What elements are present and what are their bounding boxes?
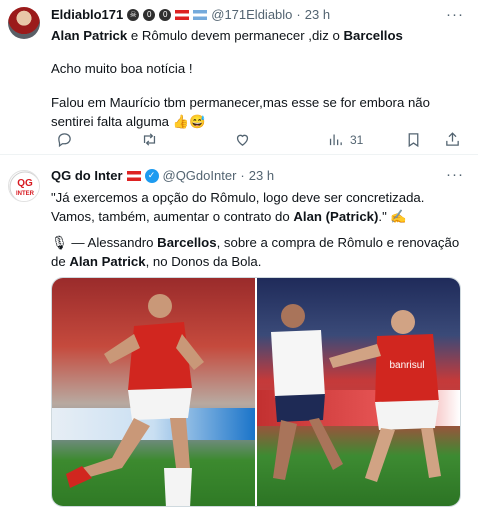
tweet-paragraph: Falou em Maurício tbm permanecer,mas ess… — [51, 95, 430, 129]
skull-icon: ☠ — [127, 8, 140, 21]
views-button[interactable]: 31 — [327, 131, 363, 148]
verified-icon: ✓ — [144, 168, 159, 183]
tweet-paragraph: Acho muito boa notícia ! — [51, 61, 193, 76]
avatar[interactable] — [8, 7, 40, 39]
tweet-paragraph: 🎙 — Alessandro Barcellos, sobre a compra… — [51, 233, 460, 271]
badge-icon: 0 — [143, 8, 156, 21]
like-button[interactable] — [234, 131, 251, 148]
display-name[interactable]: QG do Inter — [51, 168, 123, 183]
players-illustration: banrisul — [271, 304, 441, 482]
timestamp[interactable]: 23 h — [305, 7, 330, 22]
separator-dot: · — [240, 168, 245, 183]
more-options-icon[interactable]: ··· — [446, 6, 464, 23]
tweet-line: Alan Patrick e Rômulo devem permanecer ,… — [51, 26, 460, 45]
attribution-text: 🎙 — Alessandro — [51, 235, 158, 250]
austria-flag-icon — [175, 9, 190, 20]
tweet-media[interactable]: banrisul — [51, 277, 461, 507]
sponsor-text: banrisul — [389, 360, 424, 371]
tweet-header: Eldiablo171 ☠ 0 0 @171Eldiablo · 23 h — [51, 7, 330, 22]
bold-name: Barcellos — [343, 28, 403, 43]
photo-romulo[interactable]: banrisul — [257, 278, 460, 506]
share-icon — [446, 132, 459, 146]
bold-name: Barcellos — [157, 235, 217, 250]
bold-name: Alan Patrick — [51, 28, 128, 43]
quote-end: ." ✍️ — [378, 209, 407, 224]
more-options-icon[interactable]: ··· — [446, 166, 464, 183]
user-handle[interactable]: @QGdoInter — [163, 168, 237, 183]
photo-alan-patrick[interactable] — [52, 278, 255, 506]
reply-button[interactable] — [56, 131, 73, 148]
bookmark-icon — [408, 133, 419, 148]
attribution-text: , no Donos da Bola. — [145, 254, 262, 269]
tweet-actions: 31 — [46, 131, 466, 149]
bookmark-button[interactable] — [405, 131, 422, 148]
reply-icon — [58, 133, 71, 148]
views-icon — [329, 134, 342, 146]
tweet-text-segment: e Rômulo devem permanecer ,diz o — [127, 28, 344, 43]
austria-flag-icon — [126, 170, 141, 181]
views-count: 31 — [350, 132, 364, 147]
argentina-flag-icon — [193, 9, 208, 20]
separator-dot: · — [296, 7, 301, 22]
bold-name: Alan Patrick — [69, 254, 146, 269]
tweet-header: QG do Inter ✓ @QGdoInter · 23 h — [51, 168, 274, 183]
tweet-text: Alan Patrick e Rômulo devem permanecer ,… — [51, 26, 460, 45]
retweet-button[interactable] — [141, 131, 158, 148]
heart-icon — [236, 134, 249, 146]
player-illustration — [66, 294, 204, 506]
display-name[interactable]: Eldiablo171 — [51, 7, 123, 22]
retweet-icon — [143, 133, 156, 146]
tweet-eldiablo[interactable]: Eldiablo171 ☠ 0 0 @171Eldiablo · 23 h ··… — [0, 0, 478, 155]
share-button[interactable] — [444, 131, 461, 148]
bold-name: Alan (Patrick) — [293, 209, 379, 224]
user-handle[interactable]: @171Eldiablo — [211, 7, 292, 22]
tweet-paragraph: "Já exercemos a opção do Rômulo, logo de… — [51, 188, 460, 226]
timestamp[interactable]: 23 h — [249, 168, 274, 183]
badge-icon: 0 — [159, 8, 172, 21]
